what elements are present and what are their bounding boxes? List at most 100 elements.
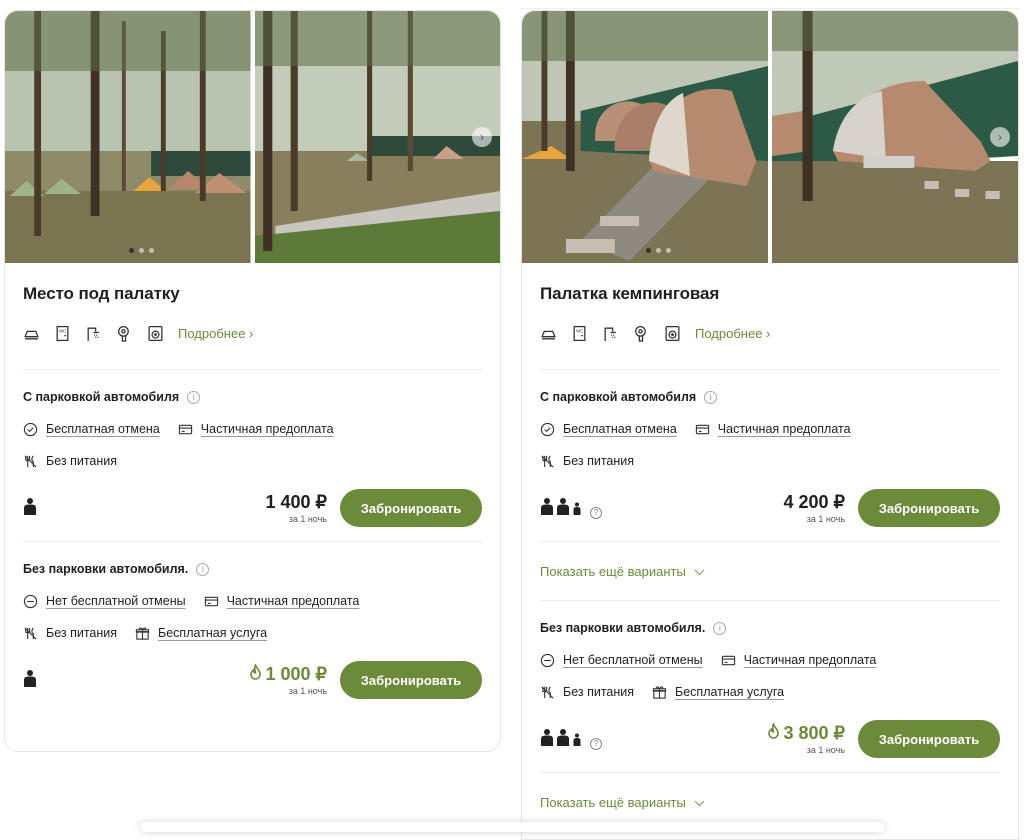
- no-meals: Без питания: [23, 626, 117, 641]
- details-link-label: Подробнее: [695, 325, 763, 341]
- partial-prepayment[interactable]: Частичная предоплата: [178, 422, 334, 437]
- gallery-dot[interactable]: [666, 248, 671, 253]
- question-icon[interactable]: ?: [590, 737, 602, 750]
- price: 1 000 ₽: [249, 662, 328, 685]
- no-food-icon: [540, 685, 555, 700]
- gallery-dot[interactable]: [646, 248, 651, 253]
- info-icon[interactable]: i: [704, 390, 718, 404]
- price-value: 3 800 ₽: [783, 723, 846, 743]
- info-icon[interactable]: i: [187, 390, 201, 404]
- adult-icon: [23, 497, 37, 520]
- condition-label: Нет бесплатной отмены: [46, 594, 186, 608]
- wc-icon: WC: [54, 325, 71, 342]
- shower-icon: [602, 325, 619, 342]
- bottom-panel: [140, 822, 885, 832]
- minus-circle-icon: [540, 653, 555, 668]
- washing-machine-icon: [147, 325, 164, 342]
- conditions-row: Без питания: [23, 452, 482, 470]
- free-cancellation[interactable]: Бесплатная отмена: [23, 422, 160, 437]
- price-block: 4 200 ₽ за 1 ночь: [784, 492, 846, 524]
- price-value: 4 200 ₽: [783, 492, 846, 512]
- book-button[interactable]: Забронировать: [340, 661, 482, 699]
- gallery-dot[interactable]: [139, 248, 144, 253]
- gallery-next-arrow-icon[interactable]: ›: [472, 127, 492, 147]
- room-card: › Место под палатку WC Подробнее › С пар…: [4, 10, 501, 752]
- condition-label: Частичная предоплата: [717, 422, 851, 436]
- gallery-dot[interactable]: [129, 248, 134, 253]
- gallery-next-arrow-icon[interactable]: ›: [990, 127, 1010, 147]
- tariff-title: С парковкой автомобиля i: [540, 388, 1000, 406]
- card-icon: [721, 653, 736, 668]
- photo-gallery[interactable]: ›: [5, 11, 500, 263]
- gallery-dot[interactable]: [656, 248, 661, 253]
- guests: ?: [540, 728, 767, 751]
- book-button[interactable]: Забронировать: [340, 489, 482, 527]
- adult-icon: [556, 728, 570, 751]
- room-card: › Палатка кемпинговая WC Подробнее › С п…: [521, 10, 1019, 840]
- no-food-icon: [23, 626, 38, 641]
- adult-icon: [540, 728, 554, 751]
- tariff-title-text: С парковкой автомобиля: [23, 390, 180, 404]
- condition-label: Бесплатная отмена: [46, 422, 160, 436]
- adult-icon: [23, 669, 37, 692]
- condition-label: Без питания: [563, 685, 635, 699]
- card-icon: [178, 422, 193, 437]
- conditions-row: Без питания: [540, 452, 1000, 470]
- gallery-dots: [129, 248, 154, 253]
- free-service[interactable]: Бесплатная услуга: [652, 685, 784, 700]
- free-cancellation[interactable]: Бесплатная отмена: [540, 422, 677, 437]
- guests: ?: [540, 497, 784, 520]
- adult-icon: [540, 497, 554, 520]
- info-icon[interactable]: i: [196, 562, 210, 576]
- tariff-title-text: С парковкой автомобиля: [540, 390, 697, 404]
- tariff-block: Без парковки автомобиля. i Нет бесплатной…: [23, 542, 482, 699]
- price-block: 1 000 ₽ за 1 ночь: [249, 662, 328, 696]
- question-icon[interactable]: ?: [590, 506, 602, 519]
- partial-prepayment[interactable]: Частичная предоплата: [695, 422, 851, 437]
- show-more-label: Показать ещё варианты: [540, 563, 686, 579]
- no-free-cancellation[interactable]: Нет бесплатной отмены: [23, 594, 186, 609]
- price-row: ? 3 800 ₽ за 1 ночь Забронировать: [540, 720, 1000, 758]
- book-button[interactable]: Забронировать: [858, 489, 1000, 527]
- iron-icon: [23, 325, 40, 342]
- gift-icon: [652, 685, 667, 700]
- show-more-options[interactable]: Показать ещё варианты: [540, 542, 1000, 600]
- chevron-right-icon: ›: [766, 325, 771, 341]
- show-more-label: Показать ещё варианты: [540, 794, 686, 810]
- price-value: 1 000 ₽: [265, 664, 328, 684]
- gallery-dot[interactable]: [149, 248, 154, 253]
- partial-prepayment[interactable]: Частичная предоплата: [204, 594, 359, 609]
- condition-label: Частичная предоплата: [200, 422, 334, 436]
- conditions-row: Бесплатная отмена Частичная предоплата: [23, 420, 482, 438]
- check-circle-icon: [540, 422, 555, 437]
- room-title: Место под палатку: [23, 284, 180, 303]
- book-button[interactable]: Забронировать: [858, 720, 1000, 758]
- child-icon: [572, 733, 582, 751]
- no-food-icon: [540, 454, 555, 469]
- free-service[interactable]: Бесплатная услуга: [135, 626, 267, 641]
- svg-text:WC: WC: [576, 328, 583, 333]
- price-per-night: за 1 ночь: [806, 514, 845, 524]
- price: 4 200 ₽: [784, 492, 846, 513]
- chevron-right-icon: ›: [249, 325, 254, 341]
- no-meals: Без питания: [23, 454, 117, 469]
- hairdryer-icon: [116, 325, 133, 342]
- card-icon: [204, 594, 219, 609]
- chevron-down-icon: [694, 564, 705, 579]
- condition-label: Без питания: [46, 626, 118, 640]
- price-value: 1 400 ₽: [265, 492, 328, 512]
- condition-label: Без питания: [46, 454, 118, 468]
- no-free-cancellation[interactable]: Нет бесплатной отмены: [540, 653, 703, 668]
- tariff-title-text: Без парковки автомобиля.: [23, 562, 189, 576]
- card-icon: [695, 422, 710, 437]
- condition-label: Бесплатная услуга: [675, 685, 785, 699]
- photo-gallery[interactable]: ›: [522, 11, 1018, 263]
- fire-icon: [249, 662, 262, 685]
- details-link[interactable]: Подробнее ›: [695, 326, 770, 341]
- conditions-row: Нет бесплатной отмены Частичная предопла…: [23, 592, 482, 610]
- partial-prepayment[interactable]: Частичная предоплата: [721, 653, 876, 668]
- details-link[interactable]: Подробнее ›: [178, 326, 253, 341]
- price-row: 1 000 ₽ за 1 ночь Забронировать: [23, 661, 482, 699]
- info-icon[interactable]: i: [713, 621, 727, 635]
- chevron-down-icon: [694, 795, 705, 810]
